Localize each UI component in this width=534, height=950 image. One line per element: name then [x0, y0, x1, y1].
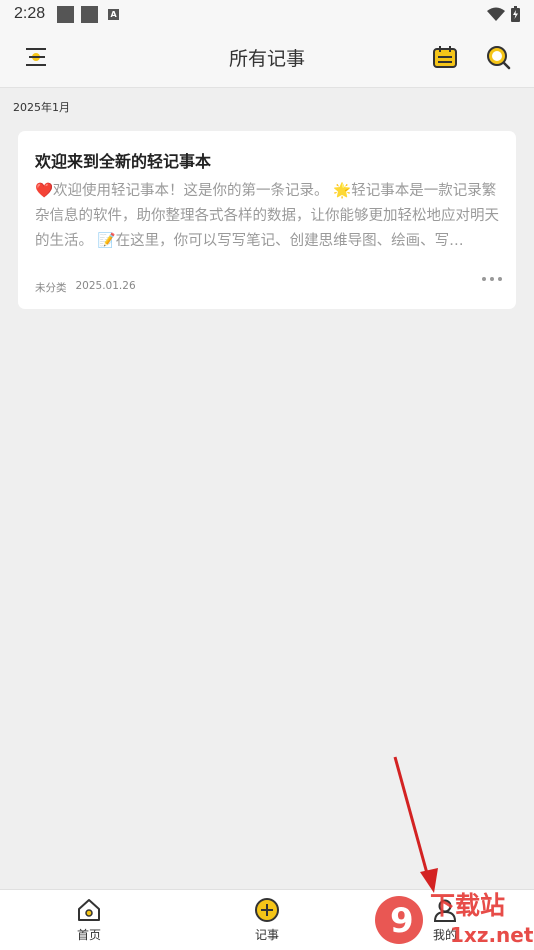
- more-dot-icon: [490, 277, 494, 281]
- wifi-icon: [487, 7, 505, 21]
- note-date: 2025.01.26: [75, 280, 136, 292]
- search-icon: [487, 46, 511, 70]
- bottom-tab-bar: 首页 记事 我的: [0, 889, 534, 950]
- note-category: 未分类: [35, 282, 67, 294]
- note-card[interactable]: 欢迎来到全新的轻记事本 ❤️欢迎使用轻记事本！这是你的第一条记录。 🌟轻记事本是…: [18, 131, 516, 309]
- calendar-icon: [433, 46, 457, 68]
- tab-notes[interactable]: 记事: [178, 890, 356, 950]
- tab-label: 记事: [254, 928, 279, 942]
- tab-label: 我的: [432, 928, 457, 942]
- note-meta: 未分类 2025.01.26: [35, 280, 136, 295]
- home-icon: [78, 899, 100, 921]
- note-preview: ❤️欢迎使用轻记事本！这是你的第一条记录。 🌟轻记事本是一款记录繁杂信息的软件，…: [35, 183, 499, 249]
- notification-icon: [81, 5, 99, 23]
- profile-icon: [433, 899, 457, 922]
- note-title: 欢迎来到全新的轻记事本: [35, 152, 212, 171]
- app-bar: 所有记事: [0, 28, 534, 88]
- month-label: 2025年1月: [13, 101, 70, 114]
- add-circle-icon: [255, 898, 279, 922]
- status-time: 2:28: [14, 5, 46, 22]
- search-button[interactable]: [483, 42, 513, 72]
- more-options-button[interactable]: [482, 277, 502, 281]
- notification-badge-icon: A: [108, 8, 120, 20]
- calendar-button[interactable]: [430, 42, 460, 72]
- battery-icon: [511, 6, 520, 22]
- tab-profile[interactable]: 我的: [356, 890, 534, 950]
- status-bar: 2:28 A: [0, 0, 534, 28]
- tab-label: 首页: [76, 928, 101, 942]
- more-dot-icon: [498, 277, 502, 281]
- notification-icon: [57, 5, 75, 23]
- more-dot-icon: [482, 277, 486, 281]
- tab-home[interactable]: 首页: [0, 890, 178, 950]
